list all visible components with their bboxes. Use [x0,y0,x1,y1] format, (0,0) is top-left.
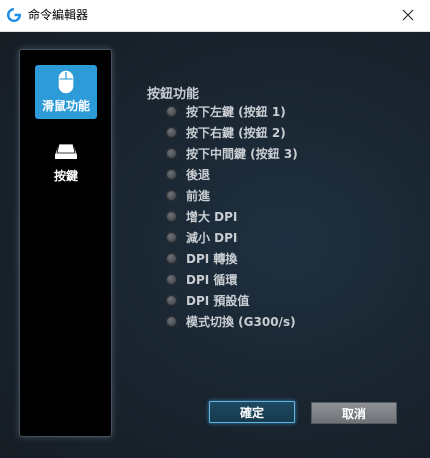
window-title: 命令編輯器 [28,8,89,22]
option-label: 後退 [186,167,211,182]
mouse-icon [58,70,74,94]
option-label: 模式切換 (G300/s) [186,314,296,329]
radio-button[interactable] [166,210,177,222]
tab-mouse-functions-label: 滑鼠功能 [41,99,90,113]
radio-button[interactable] [166,273,177,285]
tab-keys[interactable]: 按鍵 [35,135,97,189]
radio-button[interactable] [166,315,177,327]
option-middle-click[interactable]: 按下中間鍵 (按鈕 3) [166,144,298,162]
category-sidebar: 滑鼠功能 按鍵 [20,50,111,436]
option-dpi-up[interactable]: 增大 DPI [166,207,237,225]
option-label: 減小 DPI [186,230,238,245]
option-back[interactable]: 後退 [166,165,210,183]
radio-button[interactable] [166,231,177,243]
radio-button[interactable] [166,126,177,138]
radio-button[interactable] [166,105,177,117]
radio-button[interactable] [166,147,177,159]
option-forward[interactable]: 前進 [166,186,210,204]
dialog-body: 滑鼠功能 按鍵 按鈕功能 按下左鍵 (按鈕 1) 按下右鍵 (按鈕 2) 按下中… [0,32,430,458]
logitech-g-icon [6,7,22,23]
option-dpi-down[interactable]: 減小 DPI [166,228,237,246]
option-label: DPI 預設值 [186,293,250,308]
option-label: 按下左鍵 (按鈕 1) [186,104,286,119]
radio-button[interactable] [166,294,177,306]
option-dpi-default[interactable]: DPI 預設值 [166,291,249,309]
option-dpi-cycle[interactable]: DPI 循環 [166,270,237,288]
radio-button[interactable] [166,168,177,180]
ok-button[interactable]: 確定 [209,401,295,423]
option-left-click[interactable]: 按下左鍵 (按鈕 1) [166,102,286,120]
section-title: 按鈕功能 [147,87,200,102]
tab-mouse-functions[interactable]: 滑鼠功能 [35,65,97,119]
radio-button[interactable] [166,252,177,264]
option-dpi-shift[interactable]: DPI 轉換 [166,249,237,267]
cancel-button[interactable]: 取消 [311,402,397,424]
tab-keys-label: 按鍵 [53,169,78,183]
option-label: 按下右鍵 (按鈕 2) [186,125,286,140]
option-label: DPI 轉換 [186,251,238,266]
radio-button[interactable] [166,189,177,201]
close-button[interactable] [386,0,430,31]
option-label: 增大 DPI [186,209,238,224]
option-right-click[interactable]: 按下右鍵 (按鈕 2) [166,123,286,141]
option-label: 前進 [186,188,211,203]
option-label: 按下中間鍵 (按鈕 3) [186,146,298,161]
key-icon [54,140,78,164]
option-label: DPI 循環 [186,272,238,287]
title-bar: 命令編輯器 [0,0,430,32]
close-icon [402,6,414,25]
option-mode-switch[interactable]: 模式切換 (G300/s) [166,312,296,330]
